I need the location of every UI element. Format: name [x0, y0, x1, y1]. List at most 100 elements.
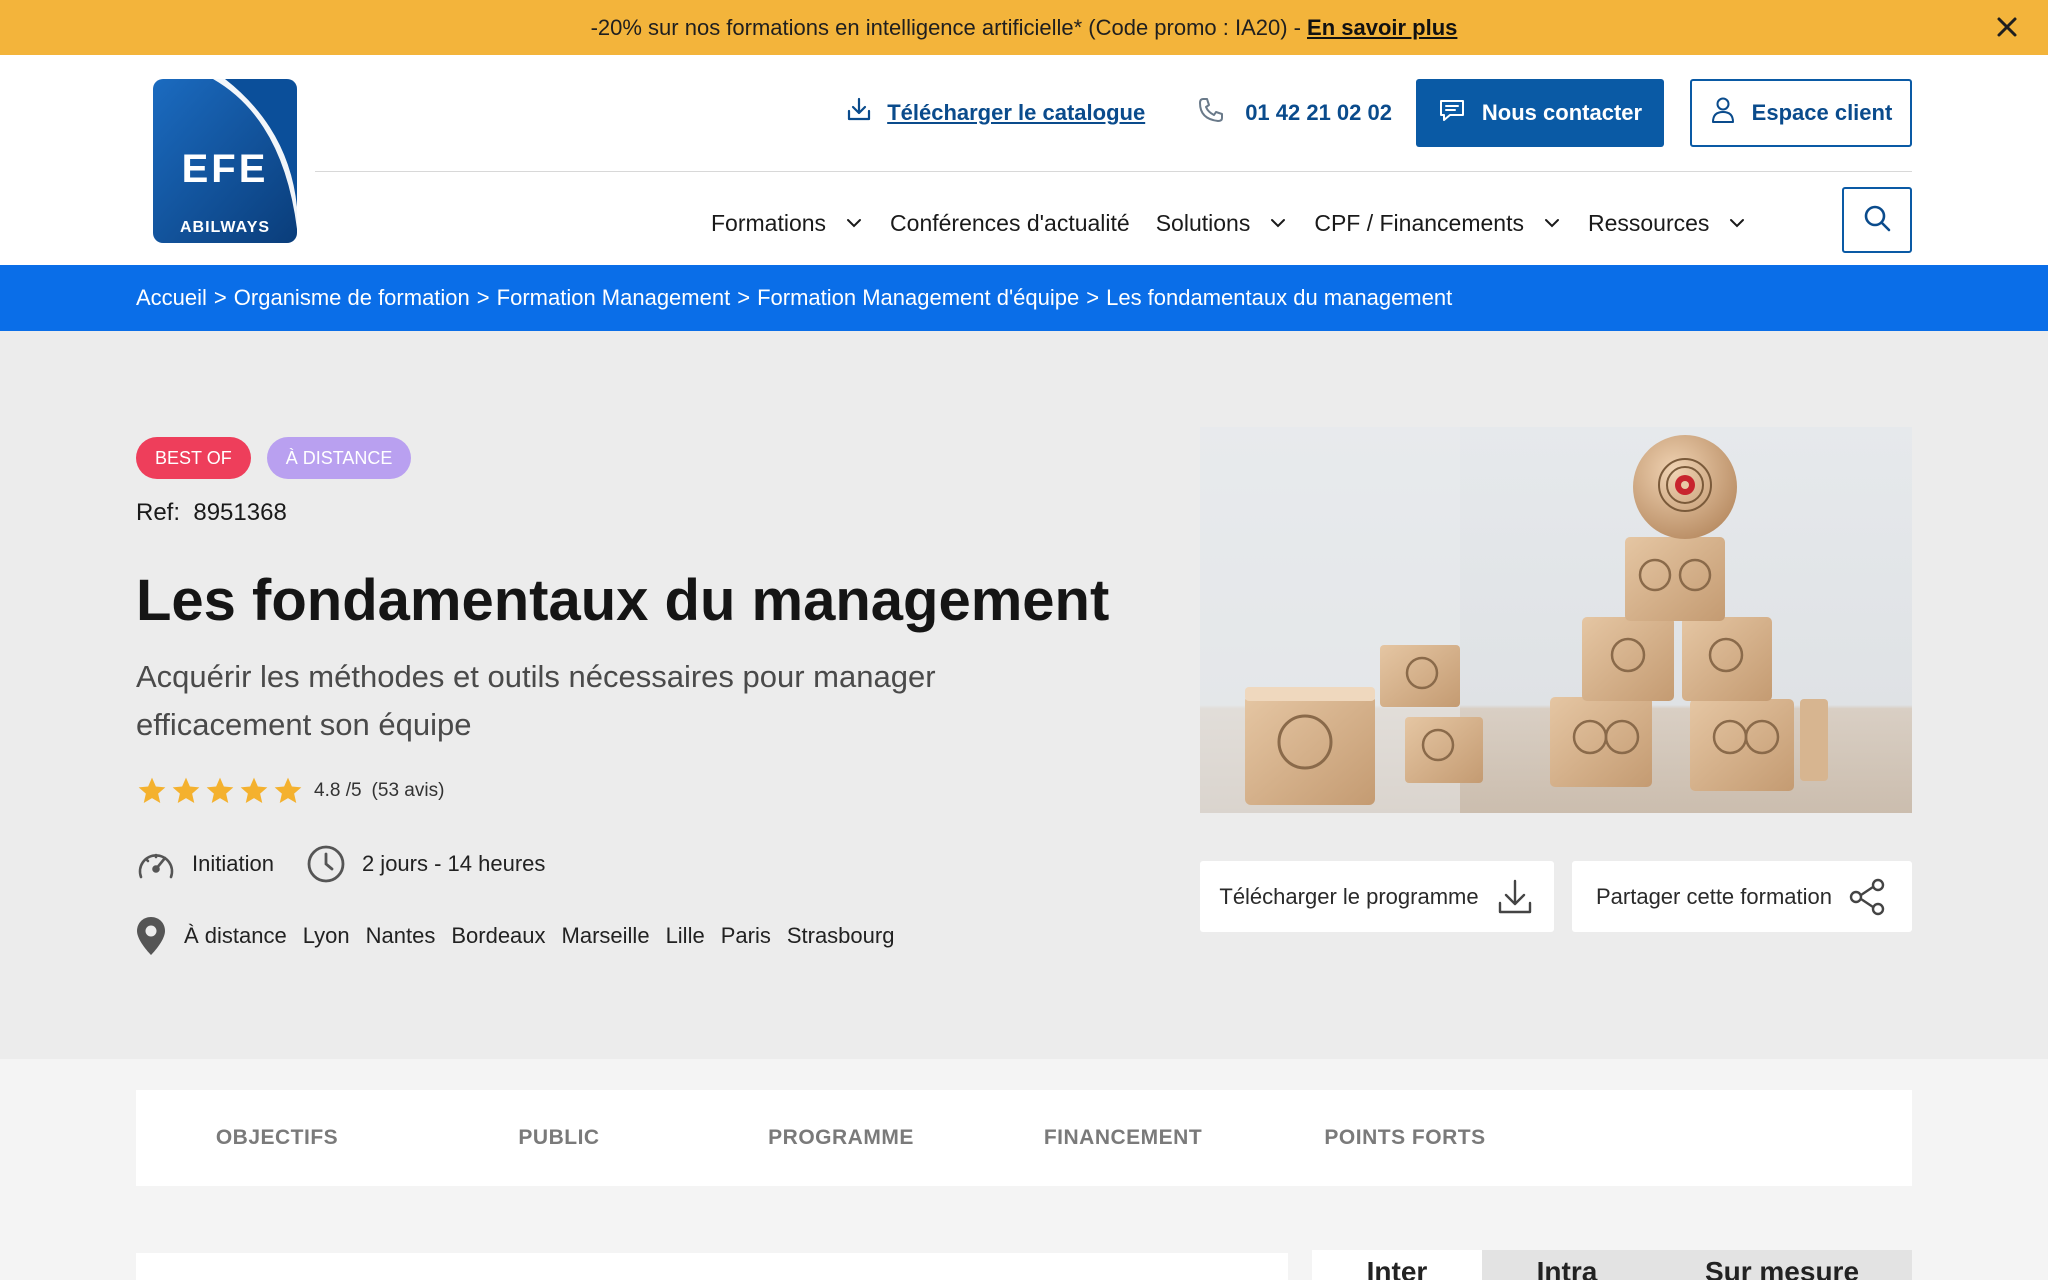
- course-actions: Télécharger le programme Partager cette …: [1200, 861, 1912, 932]
- logo-text: EFE: [181, 147, 269, 191]
- section-tabs: OBJECTIFS PUBLIC PROGRAMME FINANCEMENT P…: [136, 1090, 1912, 1186]
- share-icon: [1849, 878, 1885, 915]
- nav-item-formations[interactable]: Formations: [711, 210, 864, 237]
- course-details: OBJECTIFS PUBLIC PROGRAMME FINANCEMENT P…: [0, 1059, 2048, 1280]
- badge-distance: À DISTANCE: [266, 437, 412, 479]
- contact-button[interactable]: Nous contacter: [1416, 79, 1664, 147]
- breadcrumb: Accueil > Organisme de formation > Forma…: [0, 265, 2048, 331]
- location-item: Lyon: [302, 923, 350, 948]
- course-badges: BEST OF À DISTANCE: [136, 437, 412, 479]
- phone-label: 01 42 21 02 02: [1245, 100, 1392, 125]
- star-icon: [274, 777, 302, 803]
- nav-item-cpf[interactable]: CPF / Financements: [1314, 210, 1562, 237]
- star-icon: [240, 777, 268, 803]
- location-pin-icon: [137, 917, 165, 955]
- tab-points-forts[interactable]: POINTS FORTS: [1264, 1126, 1546, 1150]
- phone-number[interactable]: 01 42 21 02 02: [1197, 96, 1392, 130]
- share-label: Partager cette formation: [1595, 883, 1832, 909]
- star-icon: [172, 777, 200, 803]
- breadcrumb-item-current: Les fondamentaux du management: [1106, 285, 1453, 310]
- pricing-tabs: Inter Intra Sur mesure: [1312, 1250, 1912, 1280]
- header-utilities: Télécharger le catalogue 01 42 21 02 02 …: [845, 79, 1912, 147]
- search-button[interactable]: [1842, 187, 1912, 253]
- download-icon: [1498, 879, 1531, 913]
- efe-logo[interactable]: EFE ABILWAYS: [153, 79, 297, 243]
- client-space-button[interactable]: Espace client: [1690, 79, 1912, 147]
- tab-public[interactable]: PUBLIC: [418, 1126, 700, 1150]
- contact-label: Nous contacter: [1481, 100, 1643, 125]
- client-space-label: Espace client: [1751, 100, 1893, 125]
- download-program-button[interactable]: Télécharger le programme: [1200, 861, 1554, 932]
- tab-objectifs[interactable]: OBJECTIFS: [136, 1126, 418, 1150]
- header-divider: [315, 171, 1912, 172]
- share-course-button[interactable]: Partager cette formation: [1572, 861, 1912, 932]
- main-nav: Formations Conférences d'actualité Solut…: [711, 199, 1773, 247]
- tab-sur-mesure[interactable]: Sur mesure: [1652, 1250, 1912, 1280]
- search-icon: [1861, 202, 1893, 239]
- promo-text: -20% sur nos formations en intelligence …: [590, 14, 1302, 40]
- breadcrumb-item-management[interactable]: Formation Management: [497, 285, 731, 311]
- course-rating: 4.8 /5 (53 avis): [136, 775, 444, 807]
- breadcrumb-item-home[interactable]: Accueil: [136, 285, 207, 311]
- promo-link[interactable]: En savoir plus: [1307, 15, 1457, 41]
- nav-label: Ressources: [1587, 209, 1710, 236]
- nav-label: Formations: [711, 209, 827, 236]
- clock-icon: [307, 845, 345, 883]
- course-image: [1200, 427, 1912, 813]
- phone-icon: [1197, 96, 1225, 130]
- nav-label: CPF / Financements: [1314, 209, 1524, 236]
- duration-label: 2 jours - 14 heures: [361, 851, 546, 876]
- breadcrumb-item-organisme[interactable]: Organisme de formation: [234, 285, 470, 311]
- level-label: Initiation: [192, 851, 274, 876]
- tab-intra[interactable]: Intra: [1482, 1250, 1652, 1280]
- breadcrumb-separator: >: [476, 285, 490, 310]
- close-icon[interactable]: [1992, 12, 2022, 42]
- speedometer-icon: [138, 853, 174, 879]
- download-catalog-link[interactable]: Télécharger le catalogue: [845, 96, 1145, 130]
- breadcrumb-separator: >: [737, 285, 751, 310]
- chat-icon: [1438, 96, 1466, 130]
- breadcrumb-item-equipe[interactable]: Formation Management d'équipe: [757, 285, 1079, 311]
- user-icon: [1710, 96, 1736, 130]
- download-program-label: Télécharger le programme: [1219, 883, 1479, 909]
- location-item: Paris: [720, 923, 771, 948]
- ref-label: Ref:: [136, 499, 181, 526]
- course-duration: 2 jours - 14 heures: [306, 844, 545, 884]
- ref-value: 8951368: [193, 499, 287, 526]
- chevron-down-icon: [1544, 219, 1559, 228]
- site-header: EFE ABILWAYS Télécharger le catalogue 01…: [0, 55, 2048, 265]
- course-locations: À distance Lyon Nantes Bordeaux Marseill…: [136, 916, 894, 956]
- breadcrumb-separator: >: [213, 285, 227, 310]
- location-item: À distance: [184, 923, 287, 948]
- course-meta: Initiation 2 jours - 14 heures: [136, 844, 577, 884]
- content-card: [136, 1253, 1288, 1280]
- promo-banner: -20% sur nos formations en intelligence …: [0, 0, 2048, 55]
- nav-label: Solutions: [1155, 209, 1251, 236]
- chevron-down-icon: [847, 219, 862, 228]
- rating-count: (53 avis): [371, 780, 445, 801]
- location-item: Bordeaux: [451, 923, 546, 948]
- chevron-down-icon: [1730, 219, 1745, 228]
- page-title: Les fondamentaux du management: [136, 568, 1110, 633]
- location-item: Nantes: [365, 923, 436, 948]
- badge-best-of: BEST OF: [136, 437, 251, 479]
- location-item: Strasbourg: [786, 923, 895, 948]
- nav-item-ressources[interactable]: Ressources: [1588, 210, 1747, 237]
- star-icon: [206, 777, 234, 803]
- tab-programme[interactable]: PROGRAMME: [700, 1126, 982, 1150]
- course-level: Initiation: [136, 847, 274, 881]
- nav-item-solutions[interactable]: Solutions: [1156, 210, 1289, 237]
- nav-item-conferences[interactable]: Conférences d'actualité: [890, 210, 1130, 237]
- course-hero: BEST OF À DISTANCE Ref: 8951368 Les fond…: [0, 331, 2048, 1059]
- nav-label: Conférences d'actualité: [890, 209, 1130, 236]
- rating-stars: [136, 775, 304, 807]
- course-subtitle: Acquérir les méthodes et outils nécessai…: [136, 659, 936, 742]
- rating-score: 4.8 /5: [314, 780, 362, 801]
- location-item: Lille: [665, 923, 705, 948]
- download-icon: [845, 96, 873, 130]
- tab-inter[interactable]: Inter: [1312, 1250, 1482, 1280]
- tab-financement[interactable]: FINANCEMENT: [982, 1126, 1264, 1150]
- location-item: Marseille: [561, 923, 650, 948]
- logo-subtext: ABILWAYS: [179, 219, 271, 236]
- star-icon: [138, 777, 166, 803]
